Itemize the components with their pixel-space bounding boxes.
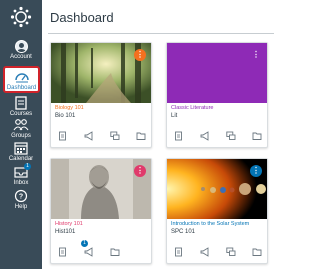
announcements-icon[interactable] bbox=[200, 247, 210, 257]
course-card-biology[interactable]: ⋮ Biology 101 Bio 101 bbox=[50, 42, 152, 148]
nav-item-courses[interactable]: Courses bbox=[1, 96, 41, 118]
assignments-icon[interactable] bbox=[58, 247, 68, 257]
announcements-icon[interactable] bbox=[84, 131, 94, 141]
courses-icon bbox=[15, 96, 27, 110]
assignments-icon[interactable] bbox=[174, 131, 184, 141]
discussions-icon[interactable] bbox=[110, 131, 120, 141]
card-action-icons bbox=[56, 131, 148, 141]
assignments-icon[interactable] bbox=[58, 131, 68, 141]
nav-item-label: Courses bbox=[9, 111, 33, 117]
page-title: Dashboard bbox=[50, 10, 114, 25]
course-name[interactable]: Classic Literature bbox=[171, 105, 214, 111]
calendar-icon bbox=[14, 142, 28, 155]
nav-item-label: Dashboard bbox=[6, 85, 37, 91]
announcements-icon[interactable] bbox=[84, 247, 94, 257]
header-divider bbox=[48, 33, 274, 34]
dashboard-icon bbox=[14, 73, 29, 83]
global-nav: Account Dashboard Courses Groups Calenda… bbox=[0, 0, 42, 269]
nav-item-account[interactable]: Account bbox=[1, 40, 41, 61]
nav-item-label: Inbox bbox=[13, 180, 29, 186]
avatar-icon bbox=[14, 40, 28, 53]
inbox-count-badge: 1 bbox=[24, 163, 31, 170]
nav-item-label: Calendar bbox=[8, 156, 34, 162]
card-options-button[interactable]: ⋮ bbox=[134, 165, 146, 177]
groups-icon bbox=[13, 119, 29, 131]
course-name[interactable]: Introduction to the Solar System bbox=[171, 221, 249, 227]
files-icon[interactable] bbox=[252, 247, 262, 257]
course-card-solar-system[interactable]: ⋮ Introduction to the Solar System SPC 1… bbox=[166, 158, 268, 264]
card-options-button[interactable]: ⋮ bbox=[134, 49, 146, 61]
files-icon[interactable] bbox=[136, 131, 146, 141]
files-icon[interactable] bbox=[252, 131, 262, 141]
discussions-icon[interactable] bbox=[226, 247, 236, 257]
course-code: Lit bbox=[171, 113, 178, 119]
announcements-icon[interactable] bbox=[200, 131, 210, 141]
nav-item-label: Help bbox=[14, 204, 28, 210]
nav-item-inbox[interactable]: 1 Inbox bbox=[1, 163, 41, 187]
course-name[interactable]: Biology 101 bbox=[55, 105, 84, 111]
nav-item-help[interactable]: ? Help bbox=[1, 189, 41, 211]
nav-item-calendar[interactable]: Calendar bbox=[1, 141, 41, 163]
course-code: SPC 101 bbox=[171, 229, 196, 235]
help-icon: ? bbox=[14, 189, 28, 203]
card-action-icons bbox=[172, 131, 264, 141]
course-code: Hist101 bbox=[55, 229, 76, 235]
course-name[interactable]: History 101 bbox=[55, 221, 83, 227]
course-card-literature[interactable]: ⋮ Classic Literature Lit bbox=[166, 42, 268, 148]
discussions-icon[interactable] bbox=[226, 131, 236, 141]
card-action-icons bbox=[172, 247, 264, 257]
canvas-logo-icon[interactable] bbox=[10, 6, 32, 28]
files-icon[interactable] bbox=[110, 247, 120, 257]
nav-item-label: Account bbox=[10, 54, 32, 60]
course-code: Bio 101 bbox=[55, 113, 76, 119]
svg-text:?: ? bbox=[19, 194, 23, 201]
card-options-button[interactable]: ⋮ bbox=[250, 49, 262, 61]
card-options-button[interactable]: ⋮ bbox=[250, 165, 262, 177]
announcement-count-badge: 1 bbox=[81, 240, 88, 247]
course-card-history[interactable]: ⋮ History 101 Hist101 1 bbox=[50, 158, 152, 264]
nav-item-dashboard[interactable]: Dashboard bbox=[3, 66, 40, 93]
assignments-icon[interactable] bbox=[174, 247, 184, 257]
card-action-icons: 1 bbox=[56, 240, 148, 257]
nav-item-groups[interactable]: Groups bbox=[1, 118, 41, 140]
nav-item-label: Groups bbox=[11, 133, 31, 139]
